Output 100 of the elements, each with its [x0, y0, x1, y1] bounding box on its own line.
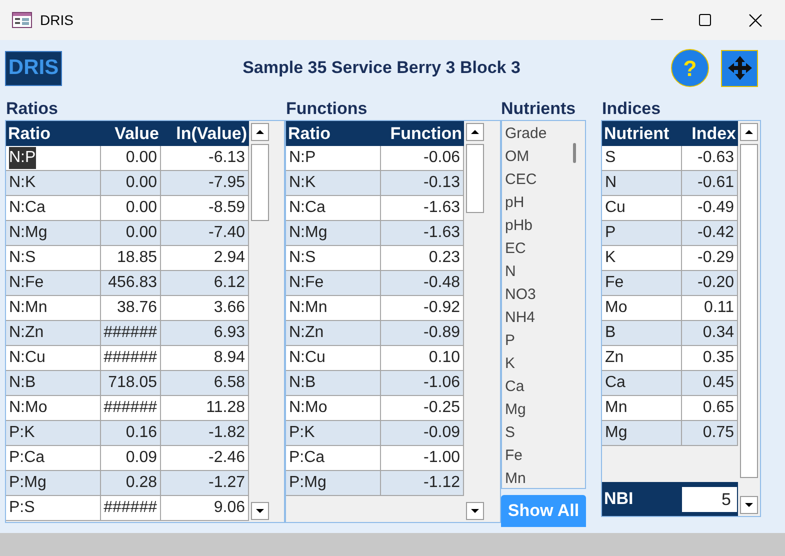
table-cell-text: 0.00 [126, 173, 157, 193]
table-cell-text: -0.61 [698, 173, 734, 193]
section-title: Functions [286, 98, 368, 120]
table-cell-text: 0.45 [702, 373, 734, 393]
table-cell-text: 0.00 [126, 223, 157, 243]
table-cell: N:P [9, 147, 36, 169]
table-cell-text: -6.13 [208, 148, 245, 168]
table-cell-text: 0.75 [702, 423, 734, 443]
list-item[interactable]: NO3 [505, 283, 536, 306]
table-cell-text: 0.34 [702, 323, 734, 343]
table-cell-text: N:S [289, 248, 316, 268]
table-cell-text: N:S [9, 248, 36, 268]
list-item[interactable]: CEC [505, 168, 537, 191]
scrollbar[interactable] [738, 121, 760, 516]
scroll-thumb[interactable] [573, 143, 576, 163]
table-cell-text: -0.06 [424, 148, 460, 168]
table-cell-text: -7.40 [208, 223, 245, 243]
move-icon [726, 54, 754, 82]
table-cell-text: Ca [605, 373, 626, 393]
list-item[interactable]: P [505, 329, 516, 352]
logo: DRIS [5, 50, 62, 86]
table-cell-text: N:Mo [289, 398, 328, 418]
table-cell-text: 0.10 [428, 348, 460, 368]
table-cell-text: -7.95 [208, 173, 245, 193]
list-item[interactable]: Mg [505, 398, 526, 421]
table-cell-text: N:B [9, 373, 36, 393]
scroll-down-icon[interactable] [251, 502, 269, 520]
column-header: Nutrient [603, 122, 670, 145]
table-cell-text: -0.92 [424, 298, 460, 318]
table-cell-text: P:K [9, 423, 35, 443]
column-header: Value [114, 122, 160, 145]
scroll-up-icon[interactable] [740, 123, 758, 141]
list-item[interactable]: pH [505, 191, 524, 214]
list-item[interactable]: Mn [505, 467, 526, 488]
table-cell-text: Mg [605, 423, 628, 443]
table-cell-text: 38.76 [116, 298, 157, 318]
list-item[interactable]: Fe [505, 444, 523, 467]
table-cell-text: -0.89 [424, 323, 460, 343]
scroll-thumb[interactable] [251, 144, 269, 221]
list-item[interactable]: N [505, 260, 516, 283]
list-item[interactable]: OM [505, 145, 530, 168]
table-cell-text: -1.12 [424, 473, 460, 493]
list-item[interactable]: K [505, 352, 516, 375]
table-cell-text: P:Ca [9, 448, 45, 468]
table-cell-text: ###### [104, 323, 157, 343]
table-cell-text: -0.48 [424, 273, 460, 293]
table-cell-text: 11.28 [206, 398, 245, 418]
table-cell-text: -1.82 [208, 423, 245, 443]
table-cell-text: P:Ca [289, 448, 325, 468]
table-cell-text: N:Mn [289, 298, 328, 318]
nbi-field[interactable]: 5 [682, 486, 737, 512]
scrollbar[interactable] [249, 121, 271, 522]
table-cell-text: S [605, 148, 616, 168]
column-header: Function [389, 122, 463, 145]
maximize-icon[interactable] [699, 14, 711, 26]
table-cell-text: P:Mg [289, 473, 326, 493]
table-cell-text: 3.66 [214, 298, 245, 318]
app-icon [12, 12, 32, 28]
table-cell-text: 8.94 [214, 348, 245, 368]
table-cell-text: 0.00 [126, 198, 157, 218]
table-cell-text: 0.11 [704, 298, 734, 318]
move-button[interactable] [721, 50, 758, 86]
table-cell-text: N:Zn [289, 323, 324, 343]
table-cell-text: N:Fe [289, 273, 324, 293]
table-cell-text: 6.58 [214, 373, 245, 393]
table-cell-text: Mn [605, 398, 628, 418]
scroll-down-icon[interactable] [466, 502, 484, 520]
list-item[interactable]: Ca [505, 375, 524, 398]
list-item[interactable]: pHb [505, 214, 533, 237]
scroll-thumb[interactable] [466, 144, 484, 213]
scroll-down-icon[interactable] [740, 496, 758, 514]
table-cell-text: N:Ca [289, 198, 326, 218]
table-cell-text: Fe [605, 273, 624, 293]
section-title: Ratios [6, 98, 59, 120]
list-item[interactable]: NH4 [505, 306, 536, 329]
table-cell-text: 718.05 [108, 373, 157, 393]
list-item[interactable]: EC [505, 237, 526, 260]
table-cell-text: -0.13 [424, 173, 460, 193]
scroll-up-icon[interactable] [466, 123, 484, 141]
table-cell-text: N:Cu [289, 348, 326, 368]
table-cell-text: 18.85 [116, 248, 157, 268]
table-cell-text: -2.46 [208, 448, 245, 468]
close-icon[interactable] [749, 14, 762, 26]
table-cell-text: ###### [104, 348, 157, 368]
table-cell-text: -1.00 [424, 448, 460, 468]
table-cell-text: Cu [605, 198, 626, 218]
table-cell-text: 6.93 [214, 323, 245, 343]
scroll-thumb[interactable] [740, 144, 758, 478]
list-item[interactable]: Grade [505, 122, 547, 145]
list-item[interactable]: S [505, 421, 516, 444]
table-cell-text: -1.63 [424, 223, 460, 243]
scrollbar[interactable] [464, 121, 486, 522]
table-cell-text: ###### [104, 498, 157, 518]
table-cell-text: P:K [289, 423, 315, 443]
scroll-up-icon[interactable] [251, 123, 269, 141]
table-cell-text: N:Mg [289, 223, 328, 243]
table-cell-text: N:Mg [9, 223, 48, 243]
sample-title: Sample 35 Service Berry 3 Block 3 [242, 57, 522, 80]
table-cell-text: -0.63 [698, 148, 734, 168]
minimize-icon[interactable] [651, 19, 663, 21]
